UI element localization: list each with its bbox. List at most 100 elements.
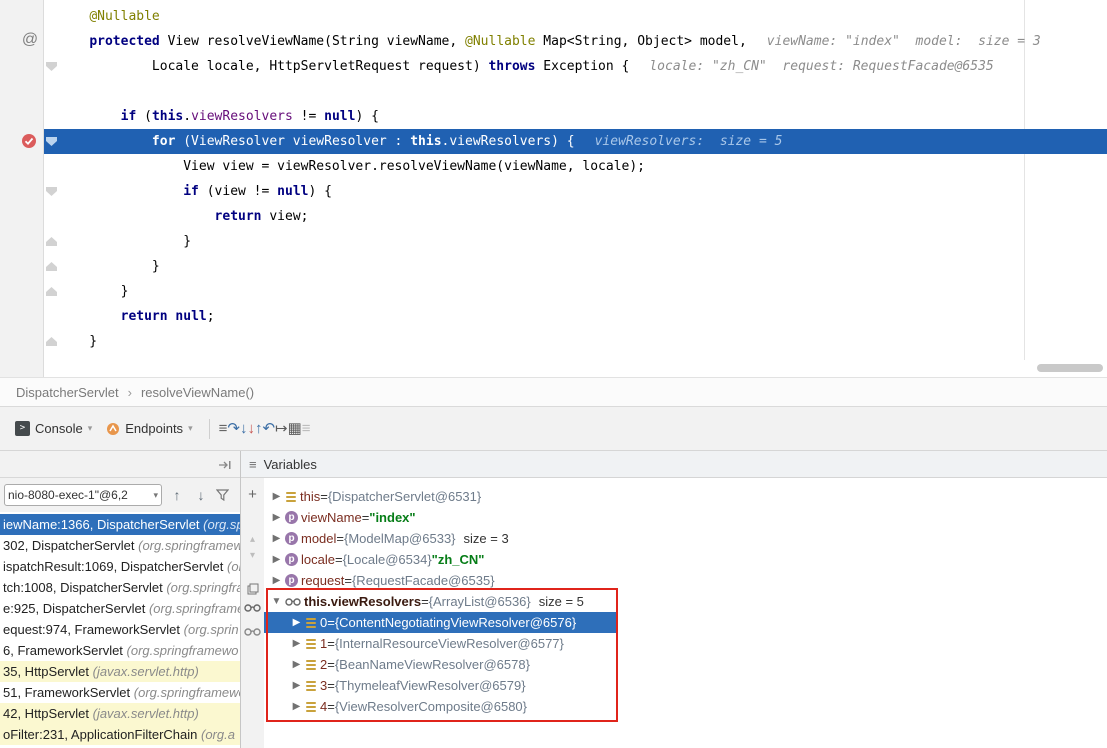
variable-row[interactable]: ▶pviewName = "index"	[264, 507, 1107, 528]
tree-chevron-icon[interactable]: ▶	[268, 486, 285, 507]
tree-chevron-icon[interactable]: ▶	[268, 549, 285, 570]
chevron-down-icon: ▾	[188, 423, 193, 434]
code-token: this	[152, 109, 183, 124]
variables-tree: ▶this = {DispatcherServlet@6531}▶pviewNa…	[264, 478, 1107, 748]
tree-chevron-icon[interactable]: ▶	[288, 654, 305, 675]
stack-frame-row[interactable]: equest:974, FrameworkServlet (org.sprin	[0, 619, 240, 640]
thread-selector[interactable]: nio-8080-exec-1"@6,2 ▾	[4, 484, 162, 506]
filter-frames-icon[interactable]	[216, 489, 229, 501]
horizontal-scrollbar[interactable]	[1037, 364, 1103, 372]
frames-toolbar: nio-8080-exec-1"@6,2 ▾ ↑ ↓	[0, 478, 240, 512]
variable-row[interactable]: ▶2 = {BeanNameViewResolver@6578}	[264, 654, 1107, 675]
chevron-down-icon: ▾	[88, 423, 93, 434]
code-line: return view;	[58, 204, 1107, 229]
frame-package: (org.springframew	[138, 538, 240, 553]
more-icon[interactable]: ≡	[302, 420, 311, 437]
code-token: ) {	[551, 134, 574, 149]
variable-value: {ArrayList@6536}	[429, 591, 531, 612]
stack-frame-row[interactable]: 42, HttpServlet (javax.servlet.http)	[0, 703, 240, 724]
variable-row[interactable]: ▶plocale = {Locale@6534} "zh_CN"	[264, 549, 1107, 570]
force-step-into-icon[interactable]: ↓	[247, 420, 255, 437]
tree-chevron-icon[interactable]: ▶	[268, 570, 285, 591]
array-element-icon	[305, 701, 317, 713]
console-icon: >	[15, 421, 30, 436]
tree-chevron-icon[interactable]: ▶	[268, 507, 285, 528]
frame-package: (org.springframewo	[127, 643, 239, 658]
add-watch-icon[interactable]: +	[241, 486, 264, 503]
code-token	[58, 209, 215, 224]
show-watches-icon[interactable]	[241, 624, 264, 642]
menu-icon[interactable]: ≡	[249, 457, 257, 472]
code-token: viewResolvers	[191, 109, 293, 124]
previous-frame-icon[interactable]: ↑	[168, 487, 186, 503]
equals-sign: =	[320, 486, 328, 507]
equals-sign: =	[344, 570, 352, 591]
variable-row[interactable]: ▶3 = {ThymeleafViewResolver@6579}	[264, 675, 1107, 696]
tree-chevron-icon[interactable]: ▶	[288, 696, 305, 717]
code-editor[interactable]: @Nullable protected View resolveViewName…	[0, 0, 1107, 377]
variable-name: viewName	[301, 507, 362, 528]
duplicate-watch-icon[interactable]	[241, 582, 264, 600]
watches-icon[interactable]	[241, 600, 264, 618]
code-line: for (ViewResolver viewResolver : this.vi…	[58, 129, 1107, 154]
pin-icon[interactable]	[218, 458, 232, 476]
tab-endpoints[interactable]: Endpoints ▾	[99, 418, 199, 439]
next-frame-icon[interactable]: ↓	[192, 487, 210, 503]
tree-chevron-icon[interactable]: ▼	[268, 591, 285, 612]
array-element-icon	[305, 638, 317, 650]
tree-chevron-icon[interactable]: ▶	[288, 612, 305, 633]
tab-console[interactable]: > Console ▾	[8, 418, 99, 439]
stack-frame-row[interactable]: 302, DispatcherServlet (org.springframew	[0, 535, 240, 556]
frame-location: 35, HttpServlet	[3, 664, 93, 679]
variable-row[interactable]: ▶prequest = {RequestFacade@6535}	[264, 570, 1107, 591]
code-token: View resolveViewName(String viewName,	[160, 34, 465, 49]
chevron-down-icon: ▾	[153, 490, 158, 501]
code-line	[58, 79, 1107, 104]
move-watch-down-icon[interactable]: ▾	[241, 550, 264, 561]
code-token: !=	[293, 109, 324, 124]
stack-frame-row[interactable]: ispatchResult:1069, DispatcherServlet (o…	[0, 556, 240, 577]
evaluate-grid-icon[interactable]: ▦	[288, 420, 302, 437]
breadcrumb: DispatcherServlet › resolveViewName()	[0, 377, 1107, 407]
run-to-cursor-icon[interactable]: ↦	[275, 420, 288, 437]
variable-value: {ThymeleafViewResolver@6579}	[335, 675, 526, 696]
stack-frame-row[interactable]: iewName:1366, DispatcherServlet (org.sp	[0, 514, 240, 535]
stack-frame-row[interactable]: 51, FrameworkServlet (org.springframewo	[0, 682, 240, 703]
equals-sign: =	[335, 549, 343, 570]
code-area: @Nullable protected View resolveViewName…	[58, 4, 1107, 354]
variable-name: locale	[301, 549, 335, 570]
variable-row[interactable]: ▶4 = {ViewResolverComposite@6580}	[264, 696, 1107, 717]
breadcrumb-separator-icon: ›	[121, 385, 139, 400]
drop-frame-icon[interactable]: ↶	[262, 420, 275, 437]
stack-frame-row[interactable]: 35, HttpServlet (javax.servlet.http)	[0, 661, 240, 682]
code-token: null	[175, 309, 206, 324]
tree-chevron-icon[interactable]: ▶	[288, 633, 305, 654]
breadcrumb-method[interactable]: resolveViewName()	[139, 385, 256, 400]
frame-package: (org.a	[201, 727, 235, 742]
move-watch-up-icon[interactable]: ▴	[241, 534, 264, 545]
equals-sign: =	[327, 633, 335, 654]
frame-location: e:925, DispatcherServlet	[3, 601, 149, 616]
step-over-icon[interactable]: ↷	[227, 420, 240, 437]
code-token: if	[183, 184, 199, 199]
variable-row[interactable]: ▶this = {DispatcherServlet@6531}	[264, 486, 1107, 507]
code-token: viewResolvers	[449, 134, 551, 149]
stack-frame-row[interactable]: oFilter:231, ApplicationFilterChain (org…	[0, 724, 240, 745]
equals-sign: =	[327, 612, 335, 633]
stack-frame-row[interactable]: e:925, DispatcherServlet (org.springfram…	[0, 598, 240, 619]
stack-frame-row[interactable]: 6, FrameworkServlet (org.springframewo	[0, 640, 240, 661]
watches-toolbar: + ▴ ▾	[241, 478, 264, 748]
breadcrumb-class[interactable]: DispatcherServlet	[14, 385, 121, 400]
variable-row[interactable]: ▶pmodel = {ModelMap@6533}size = 3	[264, 528, 1107, 549]
inline-debugger-hint: locale: "zh_CN" request: RequestFacade@6…	[649, 59, 993, 74]
panel-divider[interactable]	[240, 451, 241, 748]
tree-chevron-icon[interactable]: ▶	[288, 675, 305, 696]
variable-row[interactable]: ▶1 = {InternalResourceViewResolver@6577}	[264, 633, 1107, 654]
frame-location: tch:1008, DispatcherServlet	[3, 580, 166, 595]
variable-value: {ModelMap@6533}	[344, 528, 456, 549]
stack-frame-row[interactable]: tch:1008, DispatcherServlet (org.springf…	[0, 577, 240, 598]
variable-row[interactable]: ▶0 = {ContentNegotiatingViewResolver@657…	[264, 612, 1107, 633]
tree-chevron-icon[interactable]: ▶	[268, 528, 285, 549]
breakpoint-icon[interactable]	[21, 133, 37, 149]
variable-row[interactable]: ▼this.viewResolvers = {ArrayList@6536}si…	[264, 591, 1107, 612]
